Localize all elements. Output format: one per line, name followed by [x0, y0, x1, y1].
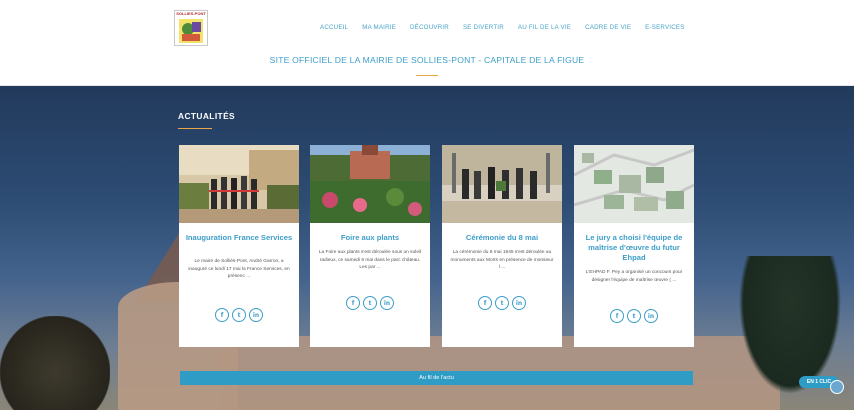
- card-title[interactable]: Le jury a choisi l'équipe de maîtrise d'…: [580, 233, 688, 263]
- twitter-icon[interactable]: t: [627, 309, 641, 323]
- facebook-icon[interactable]: f: [478, 296, 492, 310]
- map-photo[interactable]: [574, 145, 694, 223]
- site-header: SOLLIES-PONT ACCUEIL MA MAIRIE DÉCOUVRIR…: [0, 0, 854, 86]
- tree-left: [0, 316, 110, 410]
- linkedin-icon[interactable]: in: [249, 308, 263, 322]
- social-share: f t in: [574, 309, 694, 323]
- nav-se-divertir[interactable]: SE DIVERTIR: [463, 24, 504, 31]
- card-title[interactable]: Cérémonie du 8 mai: [448, 233, 556, 243]
- facebook-icon[interactable]: f: [215, 308, 229, 322]
- nav-e-services[interactable]: E-SERVICES: [645, 24, 684, 31]
- nav-cadre-de-vie[interactable]: CADRE DE VIE: [585, 24, 631, 31]
- nav-ma-mairie[interactable]: MA MAIRIE: [362, 24, 396, 31]
- card-excerpt: La cérémonie du 8 mai 1945 s'est déroulé…: [450, 250, 554, 271]
- nav-au-fil-de-la-vie[interactable]: AU FIL DE LA VIE: [518, 24, 571, 31]
- twitter-icon[interactable]: t: [232, 308, 246, 322]
- ceremony-photo[interactable]: [442, 145, 562, 223]
- card-title[interactable]: Inauguration France Services: [185, 233, 293, 243]
- linkedin-icon[interactable]: in: [512, 296, 526, 310]
- facebook-icon[interactable]: f: [610, 309, 624, 323]
- news-card-ceremonie[interactable]: Cérémonie du 8 mai La cérémonie du 8 mai…: [442, 145, 562, 347]
- card-excerpt: L'EHPAD F. Pey a organisé un concours po…: [585, 270, 683, 283]
- facebook-icon[interactable]: f: [346, 296, 360, 310]
- inauguration-photo[interactable]: [179, 145, 299, 223]
- garden-photo[interactable]: [310, 145, 430, 223]
- nav-accueil[interactable]: ACCUEIL: [320, 24, 348, 31]
- twitter-icon[interactable]: t: [495, 296, 509, 310]
- social-share: f t in: [179, 308, 299, 322]
- social-share: f t in: [310, 296, 430, 310]
- linkedin-icon[interactable]: in: [644, 309, 658, 323]
- card-excerpt: Le maire de Solliès-Pont, André Garron, …: [188, 259, 290, 280]
- news-section-title: ACTUALITÉS: [178, 111, 236, 121]
- news-card-ehpad[interactable]: Le jury a choisi l'équipe de maîtrise d'…: [574, 145, 694, 347]
- more-news-button[interactable]: Au fil de l'actu: [180, 371, 693, 385]
- linkedin-icon[interactable]: in: [380, 296, 394, 310]
- twitter-icon[interactable]: t: [363, 296, 377, 310]
- card-excerpt: La Foire aux plants s'est déroulée sous …: [318, 250, 422, 271]
- title-divider: [416, 75, 438, 76]
- site-logo[interactable]: SOLLIES-PONT: [174, 10, 208, 46]
- logo-text: SOLLIES-PONT: [176, 11, 206, 16]
- nav-decouvrir[interactable]: DÉCOUVRIR: [410, 24, 449, 31]
- logo-emblem-icon: [179, 19, 203, 43]
- card-title[interactable]: Foire aux plants: [316, 233, 424, 243]
- social-share: f t in: [442, 296, 562, 310]
- site-title: SITE OFFICIEL DE LA MAIRIE DE SOLLIES-PO…: [269, 55, 585, 65]
- en-un-clic-icon[interactable]: [830, 380, 844, 394]
- news-card-inauguration[interactable]: Inauguration France Services Le maire de…: [179, 145, 299, 347]
- news-title-divider: [178, 128, 212, 129]
- main-nav: ACCUEIL MA MAIRIE DÉCOUVRIR SE DIVERTIR …: [320, 24, 685, 31]
- news-card-foire[interactable]: Foire aux plants La Foire aux plants s'e…: [310, 145, 430, 347]
